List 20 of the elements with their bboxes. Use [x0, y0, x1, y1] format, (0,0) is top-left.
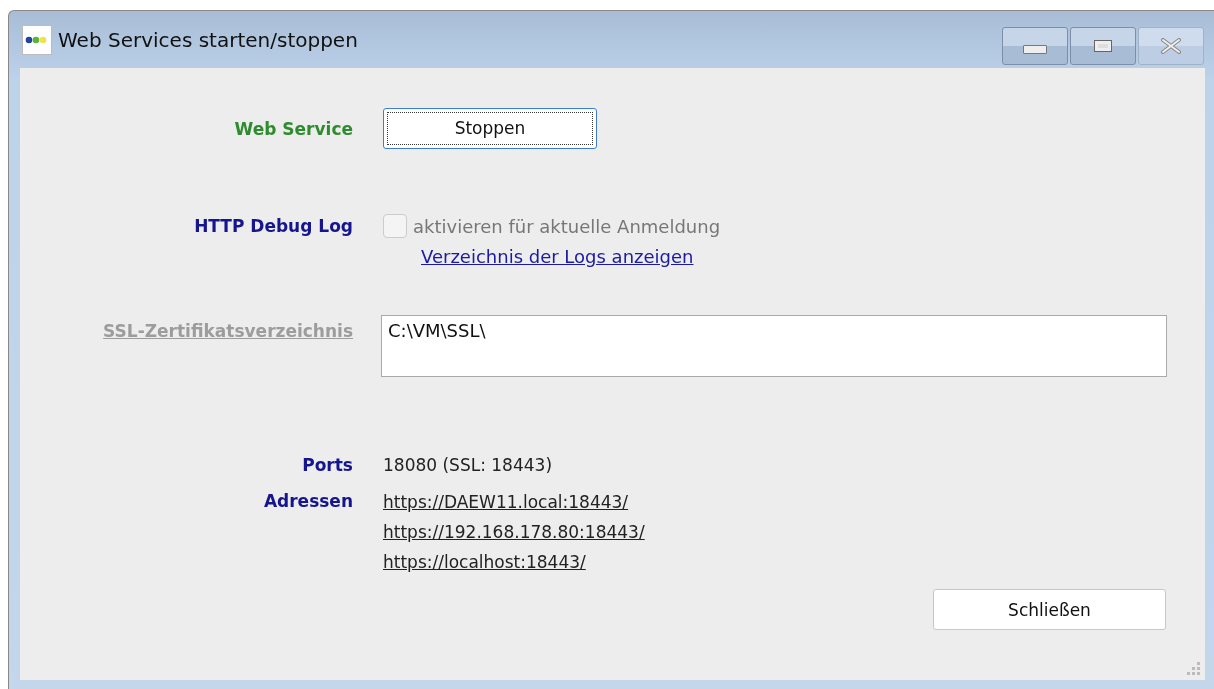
stop-button[interactable]: Stoppen	[383, 108, 597, 149]
close-icon	[1160, 38, 1182, 54]
address-link[interactable]: https://DAEW11.local:18443/	[383, 487, 629, 517]
maximize-button[interactable]	[1070, 27, 1136, 65]
field-label: HTTP Debug Log	[194, 216, 353, 236]
minimize-button[interactable]	[1002, 27, 1068, 65]
field-label: Web Service	[234, 118, 353, 139]
app-icon	[22, 24, 52, 55]
address-link[interactable]: https://192.168.178.80:18443/	[383, 517, 645, 547]
close-dialog-button[interactable]: Schließen	[933, 589, 1166, 630]
ports-value: 18080 (SSL: 18443)	[383, 455, 552, 475]
checkbox-label: aktivieren für aktuelle Anmeldung	[413, 215, 721, 237]
field-label: Ports	[302, 455, 353, 475]
field-label: Adressen	[263, 491, 353, 511]
window-title: Web Services starten/stoppen	[58, 27, 358, 52]
logs-link[interactable]: Verzeichnis der Logs anzeigen	[421, 246, 694, 267]
close-button[interactable]	[1138, 27, 1204, 65]
field-label: SSL-Zertifikatsverzeichnis	[103, 321, 353, 341]
address-link[interactable]: https://localhost:18443/	[383, 547, 586, 577]
resize-grip-icon[interactable]	[1187, 662, 1201, 676]
